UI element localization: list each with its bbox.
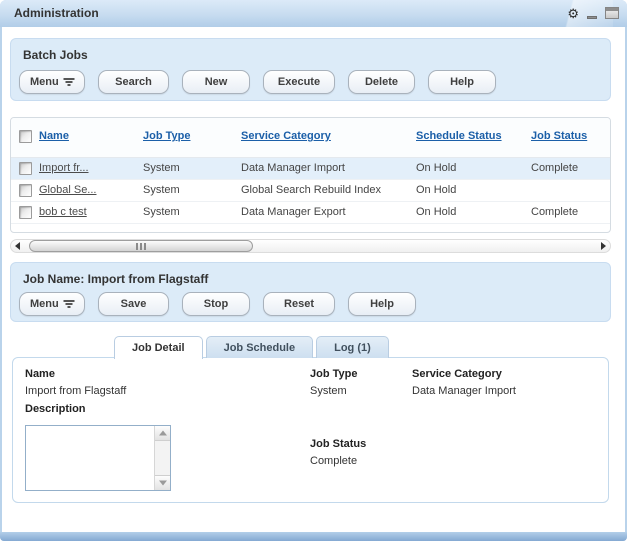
maximize-icon[interactable] xyxy=(605,7,619,19)
scroll-right-icon[interactable] xyxy=(601,242,606,250)
job-name-link[interactable]: Global Se... xyxy=(39,184,96,196)
scroll-down-icon[interactable] xyxy=(155,475,170,490)
window-titlebar: Administration xyxy=(0,0,627,27)
cell-job-status: Complete xyxy=(531,206,578,218)
cell-service-category: Global Search Rebuild Index xyxy=(241,184,381,196)
service-category-label: Service Category xyxy=(412,368,502,380)
job-status-value: Complete xyxy=(310,455,357,467)
help-button-job[interactable]: Help xyxy=(348,292,416,316)
scrollbar-thumb[interactable] xyxy=(29,240,253,252)
table-row[interactable]: Import fr... System Data Manager Import … xyxy=(11,158,610,180)
tab-log[interactable]: Log (1) xyxy=(316,336,389,358)
administration-window: Administration ⚙ Batch Jobs Menu Search … xyxy=(0,0,627,541)
new-button[interactable]: New xyxy=(182,70,250,94)
gears-icon[interactable]: ⚙ xyxy=(567,7,579,20)
name-value: Import from Flagstaff xyxy=(25,385,126,397)
window-content: Batch Jobs Menu Search New Execute Delet… xyxy=(2,27,625,532)
row-checkbox[interactable] xyxy=(19,162,32,175)
menu-caret-icon xyxy=(65,78,74,86)
description-textarea[interactable] xyxy=(25,425,171,491)
row-checkbox[interactable] xyxy=(19,206,32,219)
cell-job-status: Complete xyxy=(531,162,578,174)
cell-schedule-status: On Hold xyxy=(416,162,456,174)
tab-job-schedule[interactable]: Job Schedule xyxy=(206,336,314,358)
batch-jobs-panel: Batch Jobs Menu Search New Execute Delet… xyxy=(10,38,611,101)
menu-caret-icon xyxy=(65,300,74,308)
batch-menu-button[interactable]: Menu xyxy=(19,70,85,94)
jobs-table-header: Name Job Type Service Category Schedule … xyxy=(11,118,610,158)
job-name-panel: Job Name: Import from Flagstaff Menu Sav… xyxy=(10,262,611,322)
row-checkbox[interactable] xyxy=(19,184,32,197)
job-name-title: Job Name: Import from Flagstaff xyxy=(23,272,208,286)
cell-job-type: System xyxy=(143,162,180,174)
textarea-scrollbar[interactable] xyxy=(154,426,170,490)
column-header-schedule-status[interactable]: Schedule Status xyxy=(416,130,502,142)
save-button[interactable]: Save xyxy=(98,292,169,316)
job-menu-label: Menu xyxy=(30,298,59,310)
search-button[interactable]: Search xyxy=(98,70,169,94)
column-header-name[interactable]: Name xyxy=(39,130,69,142)
stop-button[interactable]: Stop xyxy=(182,292,250,316)
cell-schedule-status: On Hold xyxy=(416,184,456,196)
job-detail-form: Name Import from Flagstaff Description J… xyxy=(12,357,609,503)
batch-menu-label: Menu xyxy=(30,76,59,88)
job-name-link[interactable]: Import fr... xyxy=(39,162,89,174)
scroll-left-icon[interactable] xyxy=(15,242,20,250)
job-type-label: Job Type xyxy=(310,368,357,380)
scroll-up-icon[interactable] xyxy=(155,426,170,441)
table-row[interactable]: Global Se... System Global Search Rebuil… xyxy=(11,180,610,202)
cell-job-type: System xyxy=(143,184,180,196)
page-title: Administration xyxy=(14,6,99,20)
cell-service-category: Data Manager Export xyxy=(241,206,346,218)
name-label: Name xyxy=(25,368,55,380)
job-name-link[interactable]: bob c test xyxy=(39,206,87,218)
description-label: Description xyxy=(25,403,86,415)
cell-job-type: System xyxy=(143,206,180,218)
service-category-value: Data Manager Import xyxy=(412,385,516,397)
job-type-value: System xyxy=(310,385,347,397)
minimize-icon[interactable] xyxy=(587,16,597,19)
cell-schedule-status: On Hold xyxy=(416,206,456,218)
reset-button[interactable]: Reset xyxy=(263,292,335,316)
batch-jobs-title: Batch Jobs xyxy=(23,48,88,62)
job-menu-button[interactable]: Menu xyxy=(19,292,85,316)
table-row[interactable]: bob c test System Data Manager Export On… xyxy=(11,202,610,224)
help-button-batch[interactable]: Help xyxy=(428,70,496,94)
window-bottom-edge xyxy=(0,532,627,541)
column-header-job-type[interactable]: Job Type xyxy=(143,130,190,142)
execute-button[interactable]: Execute xyxy=(263,70,335,94)
delete-button[interactable]: Delete xyxy=(348,70,415,94)
column-header-service-category[interactable]: Service Category xyxy=(241,130,331,142)
tab-job-detail[interactable]: Job Detail xyxy=(114,336,203,359)
job-status-label: Job Status xyxy=(310,438,366,450)
detail-tabs: Job Detail Job Schedule Log (1) xyxy=(114,336,389,359)
horizontal-scrollbar[interactable] xyxy=(10,239,611,253)
jobs-table: Name Job Type Service Category Schedule … xyxy=(10,117,611,233)
select-all-checkbox[interactable] xyxy=(19,130,32,143)
cell-service-category: Data Manager Import xyxy=(241,162,345,174)
column-header-job-status[interactable]: Job Status xyxy=(531,130,587,142)
